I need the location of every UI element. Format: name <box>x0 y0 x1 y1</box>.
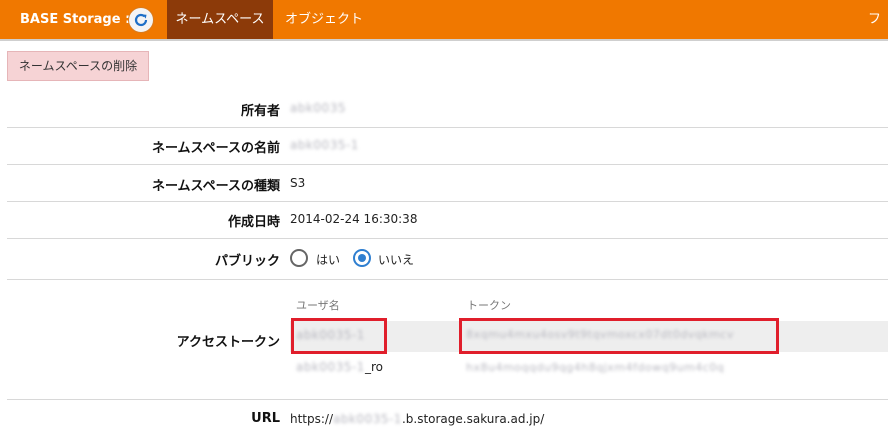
divider <box>7 164 888 165</box>
url-suffix: .b.storage.sakura.ad.jp/ <box>401 412 545 426</box>
tab-cut-off[interactable]: フ <box>868 0 881 39</box>
created-at-value: 2014-02-24 16:30:38 <box>290 212 418 226</box>
tab-object[interactable]: オブジェクト <box>274 0 374 39</box>
token-row-token: hx8u4moqqdu9qg4h8qjxm4fdowq9um4c0q <box>466 361 725 374</box>
public-label: パブリック <box>214 254 280 269</box>
delete-namespace-button[interactable]: ネームスペースの削除 <box>7 51 149 81</box>
owner-value: abk0035 <box>290 101 346 115</box>
top-nav-bar: BASE Storage : ネームスペース オブジェクト フ <box>0 0 888 41</box>
refresh-button[interactable] <box>128 7 154 33</box>
brand-title: BASE Storage : <box>20 12 131 27</box>
tab-namespace[interactable]: ネームスペース <box>167 0 273 39</box>
namespace-type-value: S3 <box>290 176 306 190</box>
divider <box>7 238 888 239</box>
token-col-token: トークン <box>467 299 511 312</box>
url-label: URL <box>251 411 280 426</box>
public-yes-label[interactable]: はい <box>316 251 340 268</box>
divider <box>7 201 888 202</box>
access-token-label: アクセストークン <box>176 335 280 350</box>
divider <box>7 279 888 280</box>
namespace-name-value: abk0035-1 <box>290 138 359 152</box>
token-row-user-suffix: _ro <box>364 360 383 374</box>
divider <box>7 127 888 128</box>
url-prefix: https:// <box>290 412 334 426</box>
owner-label: 所有者 <box>240 104 280 119</box>
token-row-user-name: abk0035-1 <box>296 360 365 374</box>
highlight-box-user <box>291 318 387 354</box>
divider <box>7 399 888 400</box>
url-value[interactable]: https://abk0035-1.b.storage.sakura.ad.jp… <box>290 412 544 426</box>
public-yes-radio[interactable] <box>290 249 308 267</box>
namespace-name-label: ネームスペースの名前 <box>151 141 280 156</box>
token-row-user: abk0035-1_ro <box>296 360 383 374</box>
url-blurred: abk0035-1 <box>333 412 402 426</box>
highlight-box-token <box>459 318 779 354</box>
created-at-label: 作成日時 <box>227 215 280 230</box>
public-no-radio[interactable] <box>353 249 371 267</box>
namespace-type-label: ネームスペースの種類 <box>151 179 280 194</box>
token-col-user: ユーザ名 <box>296 299 340 312</box>
refresh-icon <box>134 13 148 27</box>
public-no-label[interactable]: いいえ <box>378 251 414 268</box>
